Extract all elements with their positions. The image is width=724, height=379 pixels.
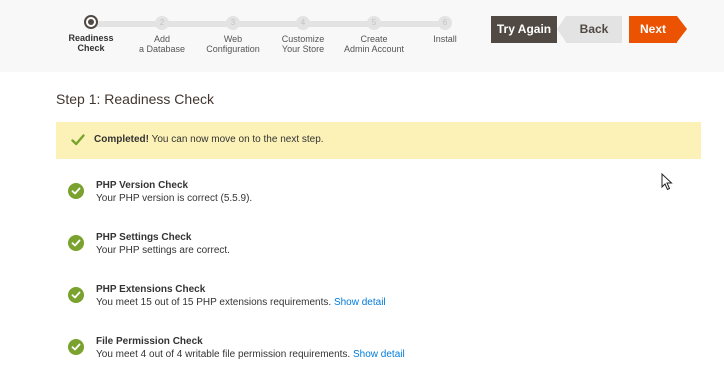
step-create-admin-account[interactable]: 5 Create Admin Account: [339, 14, 409, 54]
step-label: Add a Database: [138, 34, 186, 54]
check-title: PHP Extensions Check: [96, 284, 206, 295]
wizard-header: Readiness Check 2 Add a Database 3 Web C…: [0, 0, 724, 72]
check-description-text: Your PHP version is correct (5.5.9).: [96, 193, 253, 204]
show-detail-link[interactable]: Show detail: [334, 297, 386, 308]
step-label: Create Admin Account: [343, 34, 405, 54]
step-number: 5: [367, 16, 381, 30]
banner-strong: Completed!: [94, 134, 149, 145]
step-install[interactable]: 6 Install: [410, 14, 480, 44]
check-title: File Permission Check: [96, 336, 203, 347]
step-number: 4: [296, 16, 310, 30]
back-button[interactable]: Back: [557, 16, 622, 43]
step-label: Install: [433, 34, 457, 44]
step-number: 6: [438, 16, 452, 30]
try-again-button[interactable]: Try Again: [491, 16, 557, 43]
check-description-text: You meet 15 out of 15 PHP extensions req…: [96, 297, 332, 308]
success-banner: Completed! You can now move on to the ne…: [56, 122, 701, 159]
check-description: You meet 4 out of 4 writable file permis…: [96, 349, 405, 360]
check-description: Your PHP version is correct (5.5.9).: [96, 193, 252, 204]
check-description: Your PHP settings are correct.: [96, 245, 230, 256]
step-label: Web Configuration: [206, 34, 260, 54]
check-description-text: You meet 4 out of 4 writable file permis…: [96, 349, 351, 360]
step-label: Readiness Check: [68, 33, 114, 53]
check-circle-icon: [68, 235, 84, 251]
step-number: 2: [155, 16, 169, 30]
show-detail-link[interactable]: Show detail: [353, 349, 405, 360]
check-circle-icon: [68, 183, 84, 199]
progress-steps: Readiness Check 2 Add a Database 3 Web C…: [58, 14, 478, 64]
check-description: You meet 15 out of 15 PHP extensions req…: [96, 297, 386, 308]
check-icon: [71, 133, 85, 147]
check-circle-icon: [68, 339, 84, 355]
step-add-database[interactable]: 2 Add a Database: [127, 14, 197, 54]
banner-text: You can now move on to the next step.: [149, 134, 324, 145]
step-web-configuration[interactable]: 3 Web Configuration: [198, 14, 268, 54]
check-title: PHP Settings Check: [96, 232, 192, 243]
step-readiness-check[interactable]: Readiness Check: [56, 14, 126, 53]
step-customize-store[interactable]: 4 Customize Your Store: [268, 14, 338, 54]
page-title: Step 1: Readiness Check: [56, 91, 214, 107]
step-label: Customize Your Store: [281, 34, 325, 54]
check-description-text: Your PHP settings are correct.: [96, 245, 230, 256]
step-indicator-active: [84, 15, 98, 29]
next-button[interactable]: Next: [629, 16, 687, 43]
check-title: PHP Version Check: [96, 180, 189, 191]
step-number: 3: [226, 16, 240, 30]
mouse-cursor-icon: [661, 172, 673, 196]
check-circle-icon: [68, 287, 84, 303]
banner-message: Completed! You can now move on to the ne…: [94, 134, 324, 145]
